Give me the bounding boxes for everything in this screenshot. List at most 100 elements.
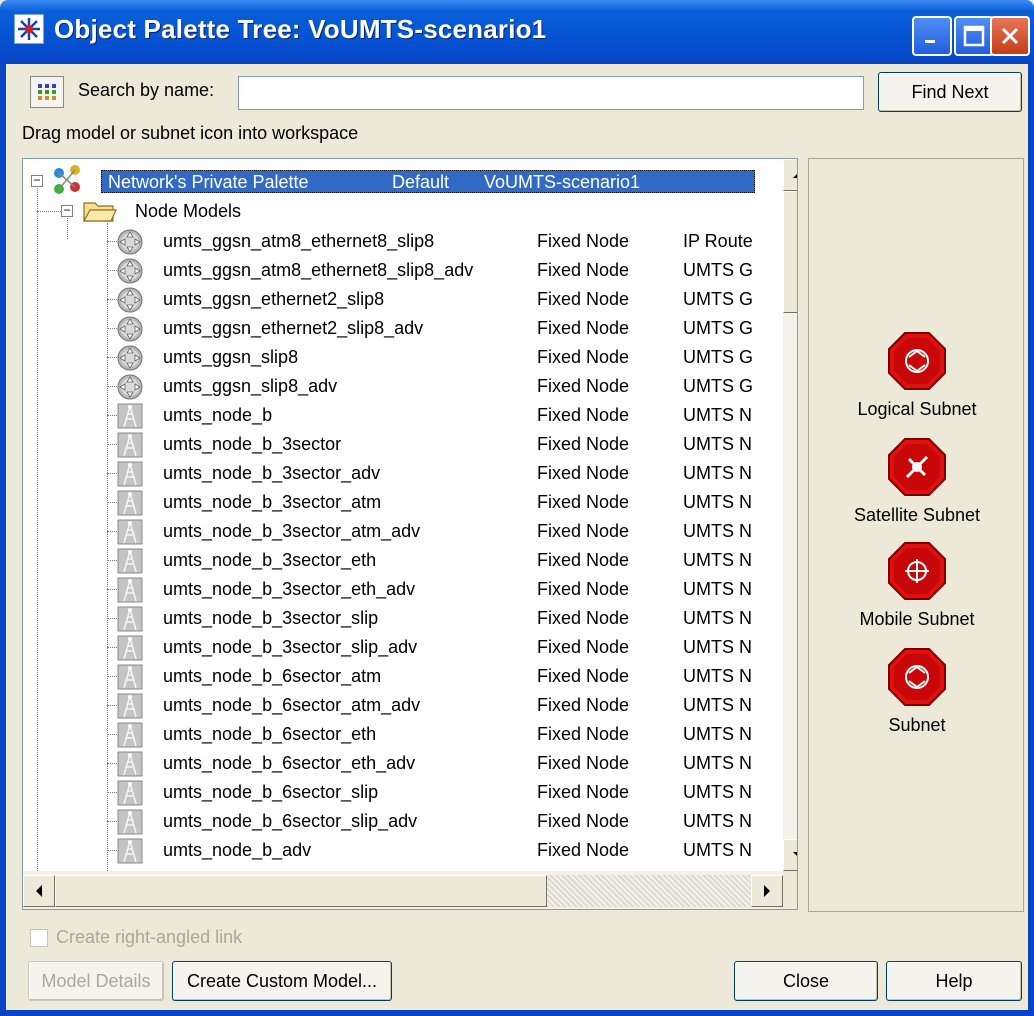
find-next-button[interactable]: Find Next: [878, 72, 1022, 112]
title-bar[interactable]: Object Palette Tree: VoUMTS-scenario1: [0, 0, 1034, 64]
node-model-kind: Fixed Node: [537, 550, 630, 570]
node-model-row[interactable]: umts_node_b_3sector Fixed Node UMTS N: [23, 430, 783, 459]
node-model-name: umts_node_b_6sector_slip: [163, 782, 379, 802]
node-model-row[interactable]: umts_node_b_6sector_eth_adv Fixed Node UMT…: [23, 749, 783, 778]
subnet-item[interactable]: Satellite Subnet: [809, 437, 1025, 547]
tree-guide-line: [107, 386, 117, 387]
antenna-tower-icon: [117, 635, 143, 661]
subnet-item[interactable]: Subnet: [809, 647, 1025, 757]
node-model-name: umts_node_b_6sector_eth_adv: [163, 753, 416, 773]
tree-guide-line: [107, 357, 117, 358]
node-model-name: umts_ggsn_atm8_ethernet8_slip8: [163, 231, 435, 251]
tree-guide-line: [107, 676, 117, 677]
node-model-row[interactable]: umts_node_b_6sector_slip_adv Fixed Node UM…: [23, 807, 783, 836]
subnet-item[interactable]: Mobile Subnet: [809, 541, 1025, 651]
node-model-name: umts_node_b_3sector_atm: [163, 492, 382, 512]
root-palette-row[interactable]: Network's Private Palette Default VoUMTS…: [101, 170, 755, 193]
node-model-row[interactable]: umts_node_b_3sector_slip_adv Fixed Node UM…: [23, 633, 783, 662]
subnet-icon[interactable]: [887, 647, 947, 707]
root-desc: VoUMTS-scenario1: [484, 172, 641, 192]
node-model-name: umts_ggsn_ethernet2_slip8: [163, 289, 385, 309]
node-model-row[interactable]: umts_node_b_3sector_slip Fixed Node UMTS N: [23, 604, 783, 633]
antenna-tower-icon: [117, 461, 143, 487]
palette-app-icon: [14, 14, 44, 44]
node-model-description: IP Route: [683, 231, 753, 251]
help-label: Help: [935, 970, 973, 991]
search-input[interactable]: [238, 76, 864, 110]
horizontal-scrollbar[interactable]: [23, 871, 783, 909]
node-model-row[interactable]: umts_node_b_3sector_adv Fixed Node UMTS N: [23, 459, 783, 488]
node-model-row[interactable]: umts_ggsn_atm8_ethernet8_slip8_adv Fixed …: [23, 256, 783, 285]
tree-guide-line: [107, 792, 117, 793]
router-icon: [117, 374, 143, 400]
node-model-row[interactable]: umts_node_b_3sector_eth_adv Fixed Node UMT…: [23, 575, 783, 604]
node-model-row[interactable]: umts_node_b_6sector_atm Fixed Node UMTS N: [23, 662, 783, 691]
node-model-name: umts_node_b_6sector_slip_adv: [163, 811, 418, 831]
node-model-row[interactable]: umts_node_b_3sector_eth Fixed Node UMTS N: [23, 546, 783, 575]
node-model-kind: Fixed Node: [537, 695, 630, 715]
scroll-left-arrow-icon[interactable]: [23, 875, 55, 907]
node-model-name: umts_ggsn_slip8: [163, 347, 299, 367]
node-model-name: umts_node_b_6sector_atm_adv: [163, 695, 421, 715]
node-model-name: umts_node_b_3sector_slip_adv: [163, 637, 418, 657]
node-model-kind: Fixed Node: [537, 318, 630, 338]
maximize-button[interactable]: [954, 16, 994, 56]
help-button[interactable]: Help: [886, 961, 1022, 1001]
folder-open-icon: [82, 199, 117, 223]
scroll-up-arrow-icon[interactable]: [783, 159, 797, 191]
node-model-row[interactable]: umts_ggsn_slip8_adv Fixed Node UMTS G: [23, 372, 783, 401]
close-button[interactable]: Close: [734, 961, 878, 1001]
palette-tree[interactable]: − Network's Private Palette Default VoUM…: [22, 158, 798, 910]
subnet-item[interactable]: Logical Subnet: [809, 331, 1025, 441]
palette-root-icon: [49, 163, 89, 197]
tree-guide-line: [107, 270, 117, 271]
tree-guide-line: [107, 328, 117, 329]
window-frame-left: [0, 64, 6, 1016]
node-model-row[interactable]: umts_ggsn_atm8_ethernet8_slip8 Fixed Node…: [23, 227, 783, 256]
minimize-button[interactable]: [912, 16, 952, 56]
node-model-row[interactable]: umts_node_b_6sector_eth Fixed Node UMTS N: [23, 720, 783, 749]
node-model-row[interactable]: umts_node_b_6sector_atm_adv Fixed Node UMT…: [23, 691, 783, 720]
node-model-name: umts_node_b_3sector_eth_adv: [163, 579, 416, 599]
vertical-scrollbar[interactable]: [783, 159, 797, 871]
satellite-subnet-icon[interactable]: [887, 437, 947, 497]
node-model-kind: Fixed Node: [537, 521, 630, 541]
scroll-right-arrow-icon[interactable]: [751, 875, 783, 907]
root-expander[interactable]: −: [31, 174, 43, 187]
close-window-button[interactable]: [990, 16, 1030, 56]
node-model-row[interactable]: umts_node_b_3sector_atm_adv Fixed Node UMT…: [23, 517, 783, 546]
node-model-kind: Fixed Node: [537, 405, 630, 425]
logical-subnet-icon[interactable]: [887, 331, 947, 391]
node-model-row[interactable]: umts_ggsn_ethernet2_slip8 Fixed Node UMTS …: [23, 285, 783, 314]
node-model-row[interactable]: umts_ggsn_ethernet2_slip8_adv Fixed Node U…: [23, 314, 783, 343]
node-model-name: umts_node_b_3sector_atm_adv: [163, 521, 421, 541]
node-model-description: UMTS N: [683, 405, 752, 425]
node-model-row[interactable]: umts_node_b Fixed Node UMTS N: [23, 401, 783, 430]
scroll-corner: [783, 871, 797, 909]
horizontal-scroll-thumb[interactable]: [55, 875, 547, 907]
scroll-down-arrow-icon[interactable]: [783, 839, 797, 871]
node-model-row[interactable]: umts_node_b_6sector_slip Fixed Node UMTS N: [23, 778, 783, 807]
node-model-row[interactable]: umts_node_b_3sector_atm Fixed Node UMTS N: [23, 488, 783, 517]
create-custom-model-button[interactable]: Create Custom Model...: [172, 961, 392, 1001]
node-model-description: UMTS N: [683, 492, 752, 512]
right-angled-link-label: Create right-angled link: [56, 927, 243, 947]
node-model-row[interactable]: umts_ggsn_slip8 Fixed Node UMTS G: [23, 343, 783, 372]
tree-guide-line: [107, 850, 117, 851]
tree-guide-line: [107, 618, 117, 619]
right-angled-link-checkbox[interactable]: [30, 929, 48, 947]
mobile-subnet-icon[interactable]: [887, 541, 947, 601]
node-model-description: UMTS G: [683, 289, 753, 309]
grid-view-icon[interactable]: [30, 76, 64, 108]
horizontal-scroll-track[interactable]: [547, 875, 751, 907]
node-models-folder-label[interactable]: Node Models: [135, 201, 241, 222]
node-model-description: UMTS N: [683, 724, 752, 744]
model-details-button[interactable]: Model Details: [28, 961, 164, 1001]
node-model-description: UMTS N: [683, 753, 752, 773]
tree-guide-line: [107, 763, 117, 764]
antenna-tower-icon: [117, 809, 143, 835]
antenna-tower-icon: [117, 519, 143, 545]
node-models-expander[interactable]: −: [61, 204, 73, 217]
vertical-scroll-thumb[interactable]: [783, 191, 797, 313]
node-model-row[interactable]: umts_node_b_adv Fixed Node UMTS N: [23, 836, 783, 865]
